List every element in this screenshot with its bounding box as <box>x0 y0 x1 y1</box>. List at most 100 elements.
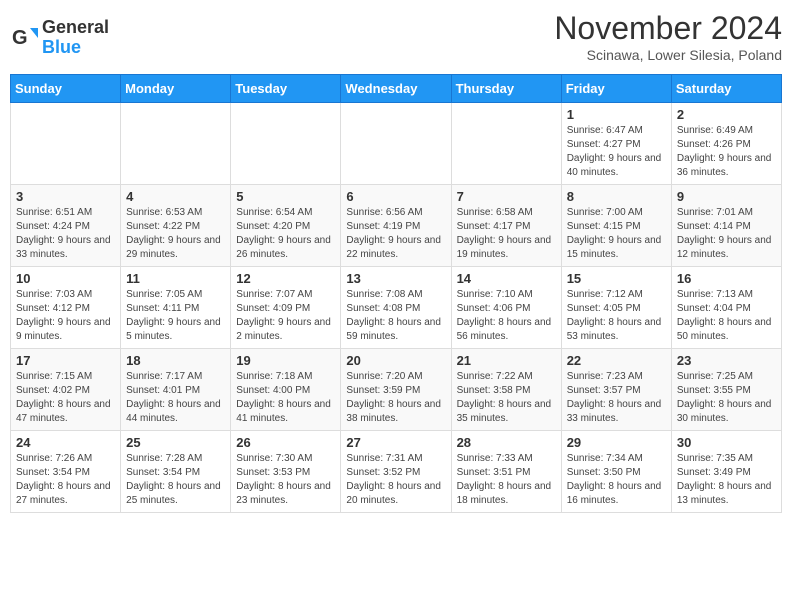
day-detail: Sunrise: 7:18 AM Sunset: 4:00 PM Dayligh… <box>236 370 335 426</box>
day-detail: Sunrise: 7:13 AM Sunset: 4:04 PM Dayligh… <box>677 288 776 344</box>
calendar-week-2: 3Sunrise: 6:51 AM Sunset: 4:24 PM Daylig… <box>11 184 782 266</box>
calendar-cell: 25 Sunrise: 7:28 AM Sunset: 3:54 PM Dayli… <box>121 430 231 512</box>
calendar-cell <box>451 102 561 184</box>
day-detail: Sunrise: 7:23 AM Sunset: 3:57 PM Dayligh… <box>567 370 666 426</box>
calendar-cell: 18 Sunrise: 7:17 AM Sunset: 4:01 PM Dayli… <box>121 348 231 430</box>
calendar-cell: 16Sunrise: 7:13 AM Sunset: 4:04 PM Dayli… <box>671 266 781 348</box>
day-detail: Sunrise: 6:54 AM Sunset: 4:20 PM Dayligh… <box>236 206 335 262</box>
weekday-header-sunday: Sunday <box>11 74 121 102</box>
calendar-table: SundayMondayTuesdayWednesdayThursdayFrid… <box>10 74 782 513</box>
weekday-header-friday: Friday <box>561 74 671 102</box>
calendar-cell: 29Sunrise: 7:34 AM Sunset: 3:50 PM Dayli… <box>561 430 671 512</box>
day-number: 13 <box>346 271 445 286</box>
calendar-cell: 8 Sunrise: 7:00 AM Sunset: 4:15 PM Daylig… <box>561 184 671 266</box>
day-number: 4 <box>126 189 225 204</box>
day-detail: Sunrise: 6:47 AM Sunset: 4:27 PM Dayligh… <box>567 124 666 180</box>
day-detail: Sunrise: 7:33 AM Sunset: 3:51 PM Dayligh… <box>457 452 556 508</box>
calendar-cell: 5 Sunrise: 6:54 AM Sunset: 4:20 PM Daylig… <box>231 184 341 266</box>
day-number: 15 <box>567 271 666 286</box>
calendar-cell: 27 Sunrise: 7:31 AM Sunset: 3:52 PM Dayli… <box>341 430 451 512</box>
calendar-cell: 23Sunrise: 7:25 AM Sunset: 3:55 PM Dayli… <box>671 348 781 430</box>
day-number: 28 <box>457 435 556 450</box>
day-number: 11 <box>126 271 225 286</box>
day-detail: Sunrise: 7:35 AM Sunset: 3:49 PM Dayligh… <box>677 452 776 508</box>
calendar-week-1: 1Sunrise: 6:47 AM Sunset: 4:27 PM Daylig… <box>11 102 782 184</box>
weekday-header-thursday: Thursday <box>451 74 561 102</box>
calendar-cell: 20 Sunrise: 7:20 AM Sunset: 3:59 PM Dayli… <box>341 348 451 430</box>
calendar-cell: 7Sunrise: 6:58 AM Sunset: 4:17 PM Daylig… <box>451 184 561 266</box>
calendar-cell: 21 Sunrise: 7:22 AM Sunset: 3:58 PM Dayli… <box>451 348 561 430</box>
day-number: 22 <box>567 353 666 368</box>
day-number: 5 <box>236 189 335 204</box>
header: G General Blue November 2024 Scinawa, Lo… <box>10 10 782 66</box>
calendar-cell: 28 Sunrise: 7:33 AM Sunset: 3:51 PM Dayli… <box>451 430 561 512</box>
calendar-cell: 3Sunrise: 6:51 AM Sunset: 4:24 PM Daylig… <box>11 184 121 266</box>
calendar-header: SundayMondayTuesdayWednesdayThursdayFrid… <box>11 74 782 102</box>
day-detail: Sunrise: 7:20 AM Sunset: 3:59 PM Dayligh… <box>346 370 445 426</box>
day-detail: Sunrise: 7:01 AM Sunset: 4:14 PM Dayligh… <box>677 206 776 262</box>
day-detail: Sunrise: 7:26 AM Sunset: 3:54 PM Dayligh… <box>16 452 115 508</box>
day-detail: Sunrise: 7:10 AM Sunset: 4:06 PM Dayligh… <box>457 288 556 344</box>
day-number: 3 <box>16 189 115 204</box>
weekday-header-monday: Monday <box>121 74 231 102</box>
calendar-week-4: 17 Sunrise: 7:15 AM Sunset: 4:02 PM Dayli… <box>11 348 782 430</box>
calendar-cell: 6Sunrise: 6:56 AM Sunset: 4:19 PM Daylig… <box>341 184 451 266</box>
day-number: 14 <box>457 271 556 286</box>
day-detail: Sunrise: 7:15 AM Sunset: 4:02 PM Dayligh… <box>16 370 115 426</box>
day-detail: Sunrise: 6:53 AM Sunset: 4:22 PM Dayligh… <box>126 206 225 262</box>
calendar-cell: 30 Sunrise: 7:35 AM Sunset: 3:49 PM Dayli… <box>671 430 781 512</box>
calendar-cell <box>11 102 121 184</box>
day-number: 17 <box>16 353 115 368</box>
day-detail: Sunrise: 7:28 AM Sunset: 3:54 PM Dayligh… <box>126 452 225 508</box>
calendar-cell: 2 Sunrise: 6:49 AM Sunset: 4:26 PM Daylig… <box>671 102 781 184</box>
subtitle: Scinawa, Lower Silesia, Poland <box>554 47 782 63</box>
logo-general-text: General <box>42 18 109 38</box>
day-number: 12 <box>236 271 335 286</box>
day-number: 18 <box>126 353 225 368</box>
day-number: 9 <box>677 189 776 204</box>
day-detail: Sunrise: 7:22 AM Sunset: 3:58 PM Dayligh… <box>457 370 556 426</box>
title-area: November 2024 Scinawa, Lower Silesia, Po… <box>554 10 782 63</box>
calendar-week-5: 24Sunrise: 7:26 AM Sunset: 3:54 PM Dayli… <box>11 430 782 512</box>
calendar-cell: 11 Sunrise: 7:05 AM Sunset: 4:11 PM Dayli… <box>121 266 231 348</box>
day-number: 10 <box>16 271 115 286</box>
day-detail: Sunrise: 6:49 AM Sunset: 4:26 PM Dayligh… <box>677 124 776 180</box>
calendar-cell: 19Sunrise: 7:18 AM Sunset: 4:00 PM Dayli… <box>231 348 341 430</box>
day-number: 2 <box>677 107 776 122</box>
calendar-cell: 1Sunrise: 6:47 AM Sunset: 4:27 PM Daylig… <box>561 102 671 184</box>
day-detail: Sunrise: 6:58 AM Sunset: 4:17 PM Dayligh… <box>457 206 556 262</box>
calendar-cell <box>231 102 341 184</box>
day-number: 25 <box>126 435 225 450</box>
day-detail: Sunrise: 7:07 AM Sunset: 4:09 PM Dayligh… <box>236 288 335 344</box>
logo-icon: G <box>10 24 38 52</box>
day-number: 27 <box>346 435 445 450</box>
weekday-header-wednesday: Wednesday <box>341 74 451 102</box>
calendar-cell: 9 Sunrise: 7:01 AM Sunset: 4:14 PM Daylig… <box>671 184 781 266</box>
day-detail: Sunrise: 7:31 AM Sunset: 3:52 PM Dayligh… <box>346 452 445 508</box>
day-detail: Sunrise: 7:05 AM Sunset: 4:11 PM Dayligh… <box>126 288 225 344</box>
svg-text:G: G <box>12 27 28 49</box>
day-number: 8 <box>567 189 666 204</box>
calendar-week-3: 10 Sunrise: 7:03 AM Sunset: 4:12 PM Dayli… <box>11 266 782 348</box>
calendar-cell: 22 Sunrise: 7:23 AM Sunset: 3:57 PM Dayli… <box>561 348 671 430</box>
day-detail: Sunrise: 7:00 AM Sunset: 4:15 PM Dayligh… <box>567 206 666 262</box>
calendar-cell <box>341 102 451 184</box>
day-number: 21 <box>457 353 556 368</box>
calendar-cell: 13Sunrise: 7:08 AM Sunset: 4:08 PM Dayli… <box>341 266 451 348</box>
day-detail: Sunrise: 7:03 AM Sunset: 4:12 PM Dayligh… <box>16 288 115 344</box>
day-number: 20 <box>346 353 445 368</box>
weekday-header-tuesday: Tuesday <box>231 74 341 102</box>
weekday-header-saturday: Saturday <box>671 74 781 102</box>
calendar-cell <box>121 102 231 184</box>
calendar-cell: 4 Sunrise: 6:53 AM Sunset: 4:22 PM Daylig… <box>121 184 231 266</box>
day-detail: Sunrise: 7:12 AM Sunset: 4:05 PM Dayligh… <box>567 288 666 344</box>
day-detail: Sunrise: 7:17 AM Sunset: 4:01 PM Dayligh… <box>126 370 225 426</box>
day-detail: Sunrise: 6:56 AM Sunset: 4:19 PM Dayligh… <box>346 206 445 262</box>
day-number: 26 <box>236 435 335 450</box>
calendar-cell: 10 Sunrise: 7:03 AM Sunset: 4:12 PM Dayli… <box>11 266 121 348</box>
calendar-cell: 17 Sunrise: 7:15 AM Sunset: 4:02 PM Dayli… <box>11 348 121 430</box>
calendar-cell: 12 Sunrise: 7:07 AM Sunset: 4:09 PM Dayli… <box>231 266 341 348</box>
calendar-cell: 26Sunrise: 7:30 AM Sunset: 3:53 PM Dayli… <box>231 430 341 512</box>
calendar-cell: 15 Sunrise: 7:12 AM Sunset: 4:05 PM Dayli… <box>561 266 671 348</box>
day-number: 30 <box>677 435 776 450</box>
